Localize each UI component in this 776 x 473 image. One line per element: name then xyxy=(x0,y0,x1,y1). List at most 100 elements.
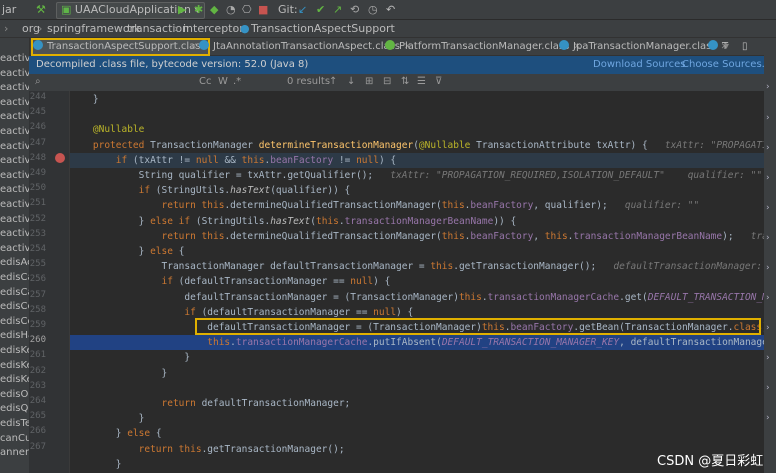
breakpoint-icon[interactable] xyxy=(55,153,65,163)
project-tree-item[interactable]: eactive xyxy=(0,184,29,198)
close-icon[interactable]: ✕ xyxy=(186,38,198,55)
chevron-right-icon[interactable]: › xyxy=(766,143,770,153)
code-line[interactable]: if (StringUtils.hasText(qualifier)) { xyxy=(70,183,764,198)
code-line[interactable]: } xyxy=(70,366,764,381)
tab-jpa-transaction-manager[interactable]: JpaTransactionManager.class ✕ xyxy=(559,38,728,55)
project-tree-item[interactable]: eactive xyxy=(0,97,29,111)
code-line[interactable]: } xyxy=(70,350,764,365)
tab-transaction-aspect-support[interactable]: TransactionAspectSupport.class xyxy=(31,38,210,56)
chevron-right-icon[interactable]: › xyxy=(766,413,770,423)
code-line[interactable]: } else { xyxy=(70,426,764,441)
tab-jta-annotation-transaction-aspect[interactable]: JtaAnnotationTransactionAspect.class ✕ xyxy=(199,38,412,55)
select-all-icon[interactable]: ⊞ xyxy=(365,76,373,87)
git-update-icon[interactable]: ↙ xyxy=(298,4,307,15)
chevron-right-icon[interactable]: › xyxy=(766,263,770,273)
download-sources-link[interactable]: Download Sources xyxy=(593,59,685,70)
multi-select-icon[interactable]: ⊟ xyxy=(383,76,391,87)
project-tree-item[interactable]: edisHa xyxy=(0,330,29,344)
match-case-toggle[interactable]: Cc xyxy=(199,76,211,87)
split-icon[interactable]: ▯ xyxy=(742,38,748,55)
code-line[interactable]: defaultTransactionManager = (Transaction… xyxy=(70,290,764,305)
run-icon[interactable]: ▶ xyxy=(178,4,186,15)
code-line[interactable]: } xyxy=(70,411,764,426)
code-line[interactable]: @Nullable xyxy=(70,122,764,137)
project-tree-item[interactable]: edisAc xyxy=(0,257,29,271)
rollback-icon[interactable]: ↶ xyxy=(386,4,395,15)
project-tree-item[interactable]: eactive xyxy=(0,53,29,67)
project-tree-item[interactable]: edisCo xyxy=(0,316,29,330)
list-icon[interactable]: ☰ xyxy=(417,76,426,87)
profile-icon[interactable]: ◔ xyxy=(226,4,236,15)
project-tree-item[interactable]: edisCa xyxy=(0,287,29,301)
code-line[interactable]: this.transactionManagerCache.putIfAbsent… xyxy=(70,335,764,351)
git-commit-icon[interactable]: ✔ xyxy=(316,4,325,15)
project-tree-item[interactable]: canCur xyxy=(0,433,29,447)
code-line[interactable]: } xyxy=(70,92,764,107)
project-tree-item[interactable]: edisKe xyxy=(0,345,29,359)
code-editor[interactable]: } @Nullable protected TransactionManager… xyxy=(70,91,764,473)
project-tree-item[interactable]: eactive xyxy=(0,126,29,140)
coverage-icon[interactable]: ◆ xyxy=(210,4,218,15)
history-icon[interactable]: ⟲ xyxy=(350,4,359,15)
chevron-right-icon[interactable]: › xyxy=(766,353,770,363)
project-tree-item[interactable]: eactive xyxy=(0,141,29,155)
project-tree-item[interactable]: eactive xyxy=(0,82,29,96)
chevron-right-icon[interactable]: › xyxy=(766,173,770,183)
project-tree-item[interactable]: eactive xyxy=(0,214,29,228)
breadcrumb-item-class[interactable]: TransactionAspectSupport xyxy=(251,22,395,35)
code-line[interactable]: } else { xyxy=(70,244,764,259)
more-tabs-icon[interactable]: ▾ xyxy=(724,38,729,55)
chevron-right-icon[interactable]: › xyxy=(766,82,770,92)
chevron-right-icon[interactable]: › xyxy=(766,233,770,243)
project-tree-item[interactable]: eactive xyxy=(0,199,29,213)
arrow-up-icon[interactable]: ↑ xyxy=(329,76,337,87)
project-tree-item[interactable]: edisKe xyxy=(0,374,29,388)
chevron-right-icon[interactable]: › xyxy=(766,293,770,303)
attach-icon[interactable]: ⎔ xyxy=(242,4,252,15)
choose-sources-link[interactable]: Choose Sources... xyxy=(682,59,771,70)
code-line[interactable]: return this.determineQualifiedTransactio… xyxy=(70,229,765,244)
stop-icon[interactable]: ■ xyxy=(258,4,268,15)
project-tree-item[interactable]: eactive xyxy=(0,155,29,169)
whole-words-toggle[interactable]: W xyxy=(218,76,228,87)
chevron-right-icon[interactable]: › xyxy=(766,383,770,393)
project-tree-item[interactable]: anner xyxy=(0,447,29,461)
code-line[interactable]: String qualifier = txAttr.getQualifier()… xyxy=(70,168,764,183)
code-line[interactable]: } else if (StringUtils.hasText(this.tran… xyxy=(70,214,764,229)
project-tree-item[interactable]: edisOp xyxy=(0,389,29,403)
project-tree-item[interactable]: eactive xyxy=(0,228,29,242)
arrow-down-icon[interactable]: ↓ xyxy=(347,76,355,87)
chevron-right-icon[interactable]: › xyxy=(766,113,770,123)
sort-icon[interactable]: ⇅ xyxy=(401,76,409,87)
code-line[interactable] xyxy=(70,381,764,396)
filter-icon[interactable]: ⊽ xyxy=(435,76,442,87)
project-tree-item[interactable]: edisKe xyxy=(0,360,29,374)
regex-toggle[interactable]: .* xyxy=(233,76,241,87)
chevron-right-icon[interactable]: › xyxy=(766,203,770,213)
project-tree-item[interactable]: eactive xyxy=(0,68,29,82)
find-input-icon[interactable]: ⌕ xyxy=(35,76,41,87)
code-line[interactable]: return defaultTransactionManager; xyxy=(70,396,764,411)
chevron-right-icon[interactable]: › xyxy=(766,323,770,333)
project-tree-item[interactable]: eactive xyxy=(0,111,29,125)
clock-icon[interactable]: ◷ xyxy=(368,4,378,15)
project-tree-item[interactable]: edisTe xyxy=(0,418,29,432)
code-line[interactable] xyxy=(70,107,764,122)
project-tree-item[interactable]: edisCo xyxy=(0,301,29,315)
project-tree-item[interactable]: eactive xyxy=(0,170,29,184)
code-line[interactable]: protected TransactionManager determineTr… xyxy=(70,138,764,153)
code-line[interactable]: if (txAttr != null && this.beanFactory !… xyxy=(70,152,764,168)
tab-platform-transaction-manager[interactable]: PlatformTransactionManager.class ✕ xyxy=(385,38,581,55)
code-line[interactable]: TransactionManager defaultTransactionMan… xyxy=(70,259,764,274)
project-tree-item[interactable]: eactive xyxy=(0,243,29,257)
code-line[interactable]: if (defaultTransactionManager == null) { xyxy=(70,274,764,289)
breadcrumb-item-transaction[interactable]: transaction xyxy=(127,22,189,35)
project-tree-item[interactable]: edisCa xyxy=(0,272,29,286)
line-number-gutter[interactable]: 244 245 246 247 248 249 250 251 252 253 254 255 256 2… xyxy=(29,91,70,473)
debug-icon[interactable]: ✱ xyxy=(194,4,203,15)
tab-label: TransactionAspectSupport.class xyxy=(47,41,206,52)
project-tree-item[interactable]: edisQu xyxy=(0,403,29,417)
git-push-icon[interactable]: ↗ xyxy=(333,4,342,15)
hammer-icon[interactable]: ⚒ xyxy=(36,4,46,15)
code-line[interactable]: return this.determineQualifiedTransactio… xyxy=(70,198,764,213)
